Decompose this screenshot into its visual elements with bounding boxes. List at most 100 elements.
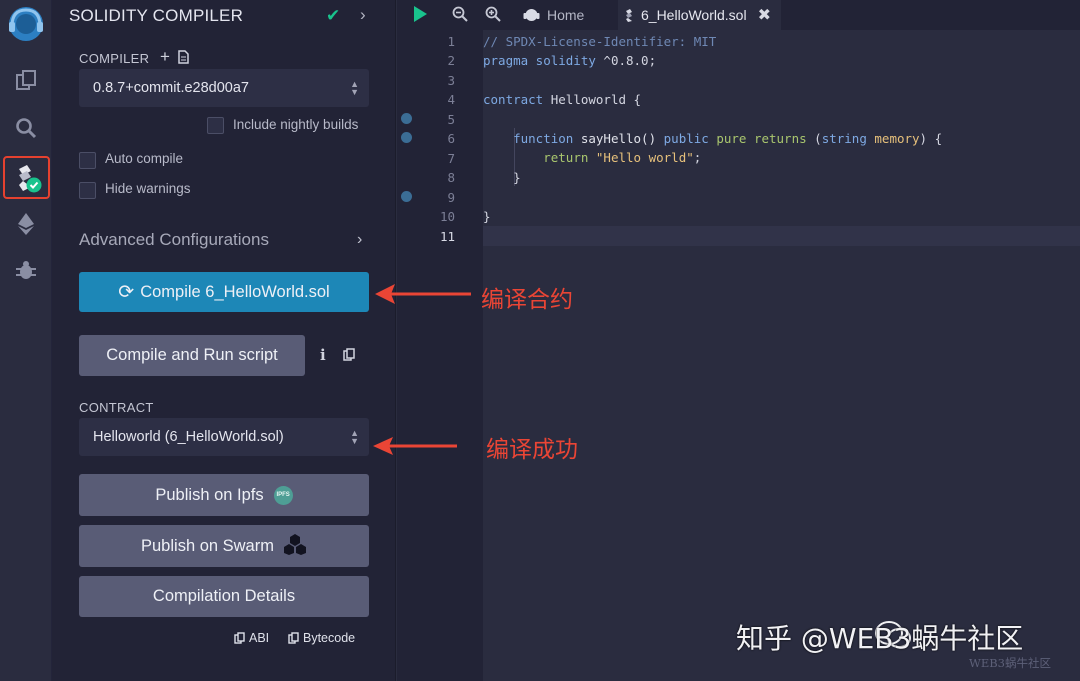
contract-value: Helloworld (6_HelloWorld.sol) [93,429,284,445]
code-string: "Hello world" [595,150,694,165]
code-keyword: public [663,131,709,146]
code-line-1: // SPDX-License-Identifier: MIT [483,32,716,51]
code-text: ^0.8.0; [595,53,657,68]
code-keyword: contract [483,92,544,107]
abi-label: ABI [249,631,270,645]
annotation-arrow [373,437,457,455]
line-number: 6 [447,131,455,147]
info-icon[interactable]: i [320,346,326,364]
editor-tab-bar: Home 6_HelloWorld.sol ✖ [397,0,1080,30]
compile-run-script-button[interactable]: Compile and Run script [79,335,305,376]
watermark-small: WEB3蜗牛社区 [969,656,1051,670]
include-nightly-checkbox[interactable] [207,117,224,134]
code-text: ; [693,150,702,165]
include-nightly-label: Include nightly builds [233,117,359,132]
refresh-icon: ⟳ [118,281,135,303]
publish-swarm-label: Publish on Swarm [141,536,274,555]
ipfs-icon: IPFS [273,485,293,505]
publish-ipfs-label: Publish on Ipfs [155,485,264,504]
code-text: ) { [919,131,943,146]
line-number: 1 [447,34,455,49]
solidity-file-icon [626,8,632,22]
chevron-right-icon[interactable]: › [360,5,366,25]
bytecode-label: Bytecode [303,631,356,645]
swarm-icon [283,533,307,560]
panel-title: SOLIDITY COMPILER [69,6,244,25]
tab-file[interactable]: 6_HelloWorld.sol ✖ [618,0,781,30]
breakpoint-marker[interactable] [401,113,412,124]
hide-warnings-label: Hide warnings [105,181,191,196]
compile-button-label: Compile 6_HelloWorld.sol [140,282,330,301]
code-keyword: return [543,150,589,165]
deploy-run-icon[interactable] [0,204,52,244]
annotation-compile: 编译合约 [481,287,573,313]
compiler-label: COMPILER [79,51,150,66]
line-number: 2 [447,53,455,69]
code-line-4: contract Helloworld { [483,90,641,109]
hide-warnings-checkbox[interactable] [79,182,96,199]
watermark: 知乎 @WEB3蜗牛社区 [736,622,1024,655]
solidity-compiler-icon[interactable] [3,156,50,199]
code-line-7: return "Hello world"; [483,148,701,167]
debugger-bug-icon[interactable] [0,250,52,290]
zoom-in-icon[interactable] [485,6,501,27]
tab-home-label: Home [547,7,585,23]
chevron-right-icon[interactable]: › [357,231,362,249]
line-number: 10 [439,209,455,225]
code-keyword: pragma solidity [483,53,596,68]
code-text: ( [806,131,822,146]
compiler-panel: SOLIDITY COMPILER ✔ › COMPILER + 0.8.7+c… [52,0,396,681]
copy-icon [234,632,245,644]
contract-label: CONTRACT [79,400,154,415]
tab-file-label: 6_HelloWorld.sol [641,7,747,23]
check-icon: ✔ [326,6,341,25]
code-keyword: memory [874,131,920,146]
breakpoint-marker[interactable] [401,191,412,202]
copy-abi-link[interactable]: ABI [234,631,269,645]
code-type: string [821,131,867,146]
compilation-details-button[interactable]: Compilation Details [79,576,369,617]
line-number: 5 [447,111,455,127]
code-editor[interactable]: 1 2 3 4 5 6 7 8 9 10 11 // SPDX-License-Identifier… [397,30,1080,681]
code-line-6: function sayHello() public pure returns … [483,129,942,148]
line-number: 8 [447,170,455,186]
auto-compile-checkbox[interactable] [79,152,96,169]
compiler-version-select[interactable]: 0.8.7+commit.e28d00a7 ▲ ▼ [79,69,369,107]
close-icon[interactable]: ✖ [758,5,771,25]
code-keyword: pure returns [716,131,807,146]
select-caret-icon: ▲ ▼ [350,79,359,97]
line-number: 11 [439,228,455,244]
code-text: Helloworld { [543,92,642,107]
publish-ipfs-button[interactable]: Publish on Ipfs IPFS [79,474,369,516]
code-text: } [513,170,521,185]
document-icon[interactable] [178,50,189,69]
code-function-name: sayHello() [573,131,664,146]
zoom-out-icon[interactable] [452,6,468,27]
run-play-icon[interactable] [412,5,428,28]
code-text: } [483,209,491,224]
advanced-configurations-toggle[interactable]: Advanced Configurations [79,230,269,250]
remix-home-icon [523,9,540,21]
publish-swarm-button[interactable]: Publish on Swarm [79,525,369,567]
select-caret-icon: ▲ ▼ [350,428,359,446]
code-line-8: } [483,168,521,187]
tab-home[interactable]: Home [511,0,619,30]
icon-rail [0,0,52,681]
annotation-arrow [375,284,471,304]
auto-compile-label: Auto compile [105,151,184,166]
line-number: 3 [447,72,455,88]
line-number: 9 [447,189,455,205]
code-line-10: } [483,207,491,226]
remix-logo-icon[interactable] [0,2,52,46]
copy-bytecode-link[interactable]: Bytecode [288,631,355,645]
code-comment: // SPDX-License-Identifier: MIT [483,34,717,49]
copy-icon[interactable] [343,348,355,366]
copy-icon [288,632,299,644]
compile-button[interactable]: ⟳ Compile 6_HelloWorld.sol [79,272,369,312]
add-compiler-icon[interactable]: + [160,47,170,67]
file-explorer-icon[interactable] [0,60,52,100]
contract-select[interactable]: Helloworld (6_HelloWorld.sol) ▲ ▼ [79,418,369,456]
search-icon[interactable] [0,108,52,148]
breakpoint-marker[interactable] [401,132,412,143]
line-number: 7 [447,150,455,166]
